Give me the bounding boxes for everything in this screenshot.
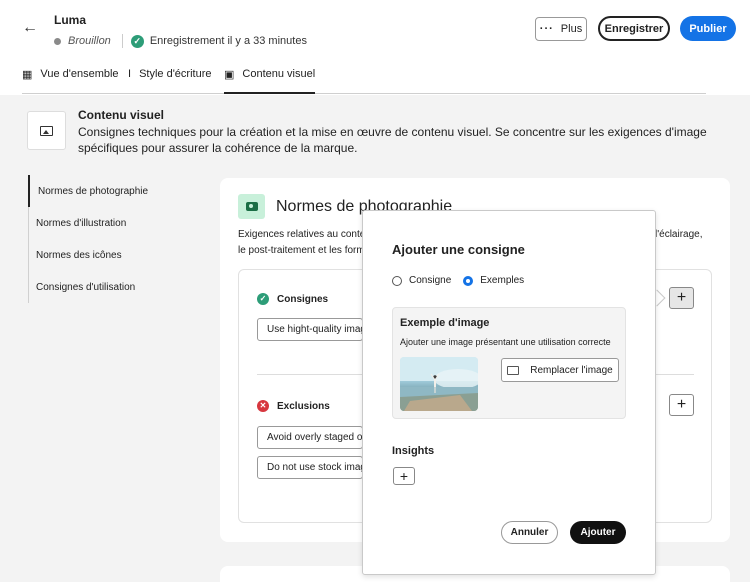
guidelines-heading: ✓ Consignes [257, 293, 328, 305]
nav-item-illustration[interactable]: Normes d'illustration [28, 207, 188, 239]
exclusion-field[interactable]: Avoid overly staged or c [257, 426, 363, 449]
type-radio-group: Consigne Exemples [392, 275, 524, 286]
guideline-field[interactable]: Use hight-quality image [257, 318, 363, 341]
x-circle-icon: ✕ [257, 400, 269, 412]
exclusions-label: Exclusions [277, 400, 330, 412]
card-description-line: Exigences relatives au contenu [238, 229, 377, 240]
camera-icon [245, 202, 258, 211]
section-title: Contenu visuel [78, 108, 165, 122]
radio-examples[interactable] [463, 275, 474, 286]
cancel-button[interactable]: Annuler [501, 521, 558, 544]
example-description: Ajouter une image présentant une utilisa… [400, 337, 611, 347]
example-image-thumbnail[interactable] [400, 357, 478, 411]
check-circle-icon: ✓ [257, 293, 269, 305]
status-row: Brouillon ✓ Enregistrement il y a 33 min… [54, 34, 307, 48]
image-icon: ▣ [224, 69, 235, 81]
grid-icon: ▦ [22, 69, 33, 81]
image-icon [507, 365, 520, 375]
card-description-line: le post-traitement et les forma [238, 245, 371, 256]
more-button[interactable]: ··· Plus [535, 17, 587, 41]
draft-dot-icon [54, 37, 61, 45]
more-dots-icon: ··· [539, 23, 554, 35]
add-button[interactable]: Ajouter [570, 521, 626, 544]
radio-guideline[interactable] [392, 275, 402, 286]
section-icon [27, 111, 66, 150]
draft-label: Brouillon [68, 35, 111, 47]
yoga-photo [400, 357, 478, 411]
tab-label: Style d'écriture [139, 68, 212, 80]
tab-label: Vue d'ensemble [40, 68, 119, 80]
radio-label: Exemples [480, 275, 525, 286]
add-insight-button[interactable]: + [393, 467, 415, 485]
popover-title: Ajouter une consigne [392, 242, 525, 257]
divider [656, 374, 694, 375]
replace-label: Remplacer l'image [530, 364, 613, 376]
divider [121, 34, 123, 48]
section-description: Consignes techniques pour la création et… [78, 125, 707, 155]
publish-button[interactable]: Publier [680, 16, 736, 41]
save-button[interactable]: Enregistrer [598, 16, 670, 41]
text-cursor-icon: I [128, 68, 132, 80]
nav-item-icons[interactable]: Normes des icônes [28, 239, 188, 271]
tab-label: Contenu visuel [242, 68, 316, 80]
guidelines-label: Consignes [277, 293, 329, 305]
page-title: Luma [54, 13, 87, 27]
more-label: Plus [560, 23, 583, 35]
tab-bar: ▦ Vue d'ensemble I Style d'écriture ▣ Co… [22, 68, 706, 94]
card-description-right: l'éclairage, [655, 229, 703, 240]
replace-image-button[interactable]: Remplacer l'image [501, 358, 619, 382]
add-guideline-button[interactable]: + [669, 287, 694, 309]
example-title: Exemple d'image [400, 317, 490, 329]
camera-badge [238, 194, 265, 219]
save-status: Enregistrement il y a 33 minutes [149, 35, 307, 47]
nav-item-usage[interactable]: Consignes d'utilisation [28, 271, 188, 303]
image-icon [40, 125, 53, 136]
nav-item-photography[interactable]: Normes de photographie [28, 175, 188, 207]
add-exclusion-button[interactable]: + [669, 394, 694, 416]
exclusions-heading: ✕ Exclusions [257, 400, 330, 412]
radio-label: Consigne [409, 275, 452, 286]
tab-writing-style[interactable]: I Style d'écriture [128, 68, 211, 94]
tab-visual-content[interactable]: ▣ Contenu visuel [224, 68, 316, 94]
divider [257, 374, 362, 375]
check-circle-icon: ✓ [130, 34, 144, 48]
tab-overview[interactable]: ▦ Vue d'ensemble [22, 68, 119, 94]
exclusion-field[interactable]: Do not use stock image [257, 456, 363, 479]
insights-heading: Insights [392, 445, 435, 457]
back-arrow-icon[interactable]: ← [22, 20, 38, 36]
